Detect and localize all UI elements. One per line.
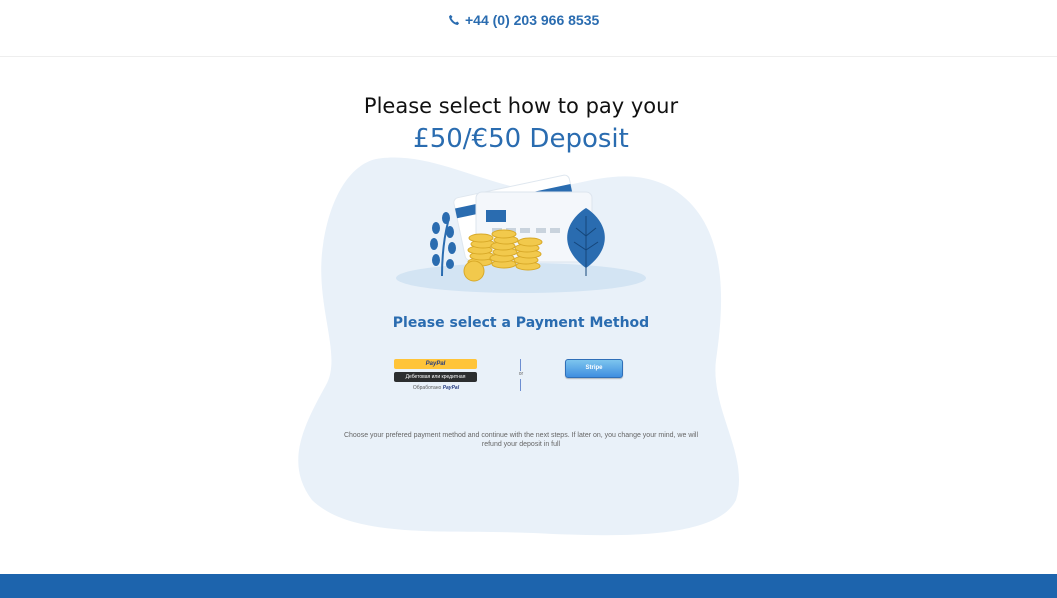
phone-icon <box>449 14 460 25</box>
phone-link[interactable]: +44 (0) 203 966 8535 <box>448 10 599 30</box>
divider-or-label: or <box>518 371 524 377</box>
payment-method-title: Please select a Payment Method <box>392 315 650 331</box>
paypal-logo-text: PayPal <box>442 385 460 391</box>
page-title: Please select how to pay your <box>363 94 679 118</box>
divider-line-top <box>520 359 521 371</box>
paypal-button[interactable]: PayPal <box>394 359 477 369</box>
footer-bar <box>0 574 1057 598</box>
debit-credit-card-button[interactable]: Дебетовая или кредитная <box>394 372 477 382</box>
refund-note: Choose your prefered payment method and … <box>343 432 699 448</box>
phone-number: +44 (0) 203 966 8535 <box>465 12 600 28</box>
divider-line-bottom <box>520 379 521 391</box>
powered-prefix: Обработано <box>412 385 442 391</box>
powered-by-paypal: Обработано PayPal <box>394 384 478 392</box>
stripe-button[interactable]: Stripe <box>565 359 623 378</box>
paypal-buttons: PayPal Дебетовая или кредитная Обработан… <box>394 359 478 392</box>
top-bar: +44 (0) 203 966 8535 <box>0 0 1057 57</box>
deposit-amount-title: £50/€50 Deposit <box>413 124 629 154</box>
payment-illustration <box>396 174 646 293</box>
